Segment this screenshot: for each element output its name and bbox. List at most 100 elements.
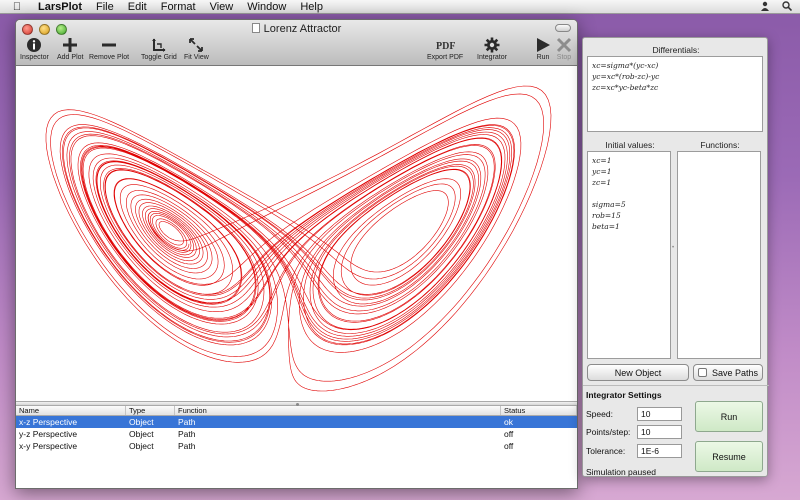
differential-line: zc=xc*yc-beta*zc [592, 83, 659, 92]
user-icon[interactable] [760, 1, 770, 14]
export-pdf-button[interactable]: PDF Export PDF [427, 36, 464, 62]
table-row[interactable]: x-z Perspective Object Path ok [16, 416, 577, 428]
initial-value-line: sigma=5 [592, 200, 626, 209]
resume-button[interactable]: Resume [695, 441, 763, 472]
row-name: y-z Perspective [19, 429, 78, 439]
integrator-run-button[interactable]: Run [695, 401, 763, 432]
title-toolbar: Lorenz Attractor Inspector Add Plot Remo… [16, 20, 577, 66]
menu-file[interactable]: File [96, 1, 114, 13]
gear-icon [484, 36, 500, 53]
app-menu[interactable]: LarsPlot [38, 1, 82, 13]
integrator-settings-group: Integrator Settings Speed: 10 Points/ste… [583, 385, 769, 478]
table-header: Name Type Function Status [16, 406, 577, 416]
window-title: Lorenz Attractor [16, 23, 577, 35]
menubar:  LarsPlot File Edit Format View Window … [0, 0, 800, 14]
column-header-name[interactable]: Name [16, 406, 126, 415]
row-function: Path [178, 441, 196, 451]
fit-view-button[interactable]: Fit View [184, 36, 209, 61]
menu-format[interactable]: Format [161, 1, 196, 13]
functions-textarea[interactable] [677, 151, 761, 359]
column-header-type[interactable]: Type [126, 406, 175, 415]
menu-view[interactable]: View [210, 1, 234, 13]
apple-menu-icon[interactable]:  [10, 1, 24, 13]
attractor-trajectory [45, 85, 552, 392]
stop-x-icon [556, 36, 572, 53]
tolerance-label: Tolerance: [586, 446, 626, 456]
row-name: x-y Perspective [19, 441, 78, 451]
points-per-step-field[interactable]: 10 [637, 425, 682, 439]
row-type: Object [129, 429, 154, 439]
tolerance-field[interactable]: 1E-6 [637, 444, 682, 458]
initial-value-line: xc=1 [592, 156, 612, 165]
add-plot-label: Add Plot [57, 54, 84, 61]
row-function: Path [178, 429, 196, 439]
add-plot-button[interactable]: Add Plot [57, 36, 83, 61]
row-name: x-z Perspective [19, 417, 78, 427]
initial-value-line: rob=15 [592, 211, 621, 220]
row-status: off [504, 441, 514, 451]
run-button[interactable]: Run [535, 36, 551, 61]
column-header-status[interactable]: Status [501, 406, 577, 415]
save-paths-label: Save Paths [711, 367, 759, 378]
lorenz-attractor-window: Lorenz Attractor Inspector Add Plot Remo… [15, 19, 578, 489]
initial-values-label: Initial values: [605, 140, 655, 150]
initial-values-textarea[interactable]: xc=1 yc=1 zc=1 sigma=5 rob=15 beta=1 [587, 151, 671, 359]
save-paths-checkbox[interactable]: Save Paths [693, 364, 763, 381]
row-status: off [504, 429, 514, 439]
run-label: Run [536, 54, 550, 61]
plus-icon [62, 36, 78, 53]
row-function: Path [178, 417, 196, 427]
inspector-label: Inspector [20, 54, 49, 61]
spotlight-icon[interactable] [782, 0, 793, 14]
row-status: ok [504, 417, 513, 427]
inspector-button[interactable]: Inspector [20, 36, 49, 61]
column-header-function[interactable]: Function [175, 406, 501, 415]
new-object-label: New Object [614, 367, 662, 378]
menu-window[interactable]: Window [247, 1, 286, 13]
fit-view-label: Fit View [184, 54, 209, 61]
new-object-button[interactable]: New Object [587, 364, 689, 381]
initial-value-line: yc=1 [592, 167, 612, 176]
stop-label: Stop [556, 54, 572, 61]
menu-help[interactable]: Help [300, 1, 323, 13]
lorenz-attractor-plot [45, 85, 552, 392]
toggle-grid-button[interactable]: Toggle Grid [141, 36, 177, 61]
export-pdf-label: Export PDF [427, 54, 464, 61]
speed-field[interactable]: 10 [637, 407, 682, 421]
plot-objects-table: Name Type Function Status x-z Perspectiv… [16, 406, 577, 488]
pdf-icon: PDF [435, 36, 455, 53]
remove-plot-label: Remove Plot [89, 54, 130, 61]
document-icon [251, 23, 260, 33]
functions-label: Functions: [700, 140, 740, 150]
toolbar-toggle-button[interactable] [555, 24, 571, 32]
toggle-grid-label: Toggle Grid [141, 54, 177, 61]
minus-icon [101, 36, 117, 53]
row-type: Object [129, 417, 154, 427]
menu-edit[interactable]: Edit [128, 1, 147, 13]
differentials-textarea[interactable]: xc=sigma*(yc-xc) yc=xc*(rob-zc)-yc zc=xc… [587, 56, 763, 132]
integrator-button[interactable]: Integrator [477, 36, 507, 61]
differential-line: xc=sigma*(yc-xc) [592, 61, 659, 70]
table-row[interactable]: x-y Perspective Object Path off [16, 440, 577, 452]
stop-button[interactable]: Stop [556, 36, 572, 61]
speed-label: Speed: [586, 409, 613, 419]
info-icon [26, 36, 42, 53]
row-type: Object [129, 441, 154, 451]
play-icon [535, 36, 551, 53]
plot-canvas[interactable] [16, 66, 577, 401]
differential-line: yc=xc*(rob-zc)-yc [592, 72, 660, 81]
split-grip-icon[interactable]: • [672, 245, 676, 251]
initial-value-line [592, 188, 666, 199]
window-title-text: Lorenz Attractor [263, 23, 342, 35]
resume-label: Resume [712, 451, 746, 462]
initial-value-line: zc=1 [592, 178, 612, 187]
remove-plot-button[interactable]: Remove Plot [89, 36, 129, 61]
inspector-panel: Differentials: xc=sigma*(yc-xc) yc=xc*(r… [582, 37, 769, 478]
table-row[interactable]: y-z Perspective Object Path off [16, 428, 577, 440]
differentials-label: Differentials: [652, 45, 700, 55]
simulation-status: Simulation paused [586, 467, 656, 477]
integrator-run-label: Run [720, 411, 738, 422]
integrator-label: Integrator [477, 54, 507, 61]
checkbox-icon [697, 368, 707, 377]
grid-axes-icon [151, 36, 167, 53]
